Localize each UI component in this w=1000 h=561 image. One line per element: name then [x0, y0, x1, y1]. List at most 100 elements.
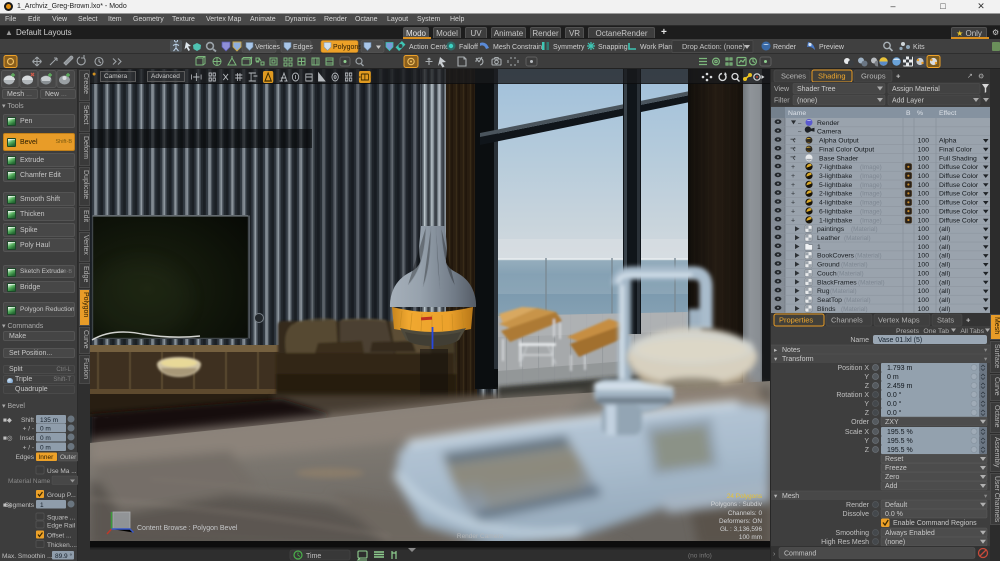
svg-text:100: 100 — [918, 155, 930, 162]
svg-text:BlackFrames: BlackFrames — [817, 279, 857, 286]
svg-text:(Image): (Image) — [860, 164, 882, 171]
svg-text:100: 100 — [918, 288, 930, 295]
svg-text:4-lightbake: 4-lightbake — [819, 200, 852, 207]
svg-text:(all): (all) — [939, 306, 950, 313]
svg-text:Final Color: Final Color — [939, 146, 973, 153]
svg-text:100: 100 — [918, 173, 930, 180]
svg-text:Camera: Camera — [817, 129, 841, 136]
svg-text:195.5 %: 195.5 % — [887, 438, 913, 445]
svg-text:ZXY: ZXY — [885, 419, 899, 426]
svg-text:↗: ↗ — [967, 73, 973, 80]
svg-text:Inner: Inner — [39, 454, 55, 461]
svg-text:(Material): (Material) — [830, 288, 857, 295]
svg-text:Rotation X: Rotation X — [836, 392, 869, 399]
svg-text:Enable Command Regions: Enable Command Regions — [893, 520, 977, 527]
svg-text:(Image): (Image) — [860, 191, 882, 198]
svg-text:Group P...: Group P... — [47, 492, 76, 499]
svg-text:100: 100 — [918, 182, 930, 189]
svg-text:0 m: 0 m — [40, 445, 51, 452]
svg-text:BookCovers: BookCovers — [817, 253, 855, 260]
svg-text:(all): (all) — [939, 226, 950, 233]
svg-text:(Image): (Image) — [860, 173, 882, 180]
svg-text:Stats: Stats — [937, 316, 954, 325]
svg-text:Filter: Filter — [774, 98, 790, 105]
svg-text:+: + — [791, 182, 795, 189]
svg-text:100: 100 — [918, 164, 930, 171]
svg-text:(all): (all) — [939, 297, 950, 304]
svg-text:Symmetry: Symmetry — [553, 44, 585, 51]
svg-text:Add Layer: Add Layer — [892, 98, 925, 105]
svg-text:High Res Mesh: High Res Mesh — [821, 539, 869, 546]
svg-text:Edge Rail: Edge Rail — [47, 523, 76, 530]
svg-text:Full Shading: Full Shading — [939, 155, 977, 162]
svg-text:Snapping: Snapping — [598, 44, 628, 51]
svg-text:Material Name: Material Name — [8, 478, 51, 485]
svg-text:(all): (all) — [939, 244, 950, 251]
svg-text:Always Enabled: Always Enabled — [885, 530, 935, 537]
svg-text:Ground: Ground — [817, 262, 840, 269]
svg-text:Position X: Position X — [837, 365, 869, 372]
svg-text:Couch: Couch — [817, 271, 837, 278]
svg-text:Max. Smoothin ...: Max. Smoothin ... — [2, 553, 53, 560]
svg-text:Edges: Edges — [16, 454, 35, 461]
svg-text:(all): (all) — [939, 235, 950, 242]
svg-text:Scenes: Scenes — [781, 72, 806, 81]
svg-text:100: 100 — [918, 226, 930, 233]
svg-text:Render: Render — [846, 502, 870, 509]
svg-text:+: + — [791, 173, 795, 180]
svg-text:100: 100 — [918, 217, 930, 224]
svg-text:100: 100 — [918, 297, 930, 304]
svg-text:(all): (all) — [939, 262, 950, 269]
svg-text:Render: Render — [817, 120, 840, 127]
svg-text:(Material): (Material) — [858, 279, 885, 286]
svg-text:100: 100 — [918, 191, 930, 198]
svg-text:Polygons: Polygons — [333, 44, 362, 51]
svg-text:(Image): (Image) — [860, 208, 882, 215]
svg-text:Diffuse Color: Diffuse Color — [939, 200, 979, 207]
svg-text:(Material): (Material) — [841, 262, 868, 269]
svg-text:+: + — [791, 217, 795, 224]
svg-text:paintings: paintings — [817, 226, 845, 233]
svg-text:(none): (none) — [797, 98, 817, 105]
svg-text:%: % — [917, 110, 923, 117]
svg-text:+: + — [791, 208, 795, 215]
svg-text:Rug: Rug — [817, 288, 830, 295]
svg-text:Render: Render — [773, 44, 797, 51]
svg-text:+: + — [966, 316, 971, 325]
svg-text:(Material): (Material) — [851, 226, 878, 233]
svg-text:100: 100 — [918, 253, 930, 260]
svg-text:One Tab: One Tab — [923, 328, 949, 335]
svg-text:⚙: ⚙ — [978, 73, 984, 81]
svg-text:(all): (all) — [939, 288, 950, 295]
svg-text:100: 100 — [918, 208, 930, 215]
svg-text:Effect: Effect — [939, 110, 956, 117]
svg-text:Alpha Output: Alpha Output — [819, 138, 859, 145]
svg-text:(none): (none) — [885, 539, 905, 546]
svg-text:Blinds: Blinds — [817, 306, 836, 313]
svg-text:Shading: Shading — [818, 72, 846, 81]
svg-text:Reset: Reset — [885, 456, 903, 463]
svg-text:Use Ma ...: Use Ma ... — [47, 468, 77, 475]
svg-text:Preview: Preview — [819, 44, 845, 51]
svg-text:0.0 °: 0.0 ° — [887, 409, 902, 417]
svg-text:View: View — [774, 86, 790, 93]
svg-text:Z: Z — [865, 383, 870, 390]
svg-text:Action Center: Action Center — [409, 44, 452, 51]
svg-text:0 m: 0 m — [887, 374, 899, 381]
svg-text:+: + — [791, 164, 795, 171]
svg-text:+ / -: + / - — [23, 426, 34, 433]
svg-text:(all): (all) — [939, 271, 950, 278]
svg-text:89.9 °: 89.9 ° — [55, 552, 72, 560]
svg-text:Y: Y — [864, 374, 869, 381]
svg-text:Mesh: Mesh — [782, 493, 799, 500]
svg-text:Channels: Channels — [831, 316, 863, 325]
svg-text:Presets: Presets — [896, 328, 920, 335]
svg-text:Diffuse Color: Diffuse Color — [939, 164, 979, 171]
svg-text:Segments: Segments — [5, 502, 35, 509]
svg-text:100: 100 — [918, 200, 930, 207]
svg-text:(all): (all) — [939, 279, 950, 286]
svg-text:Offset ...: Offset ... — [47, 533, 72, 540]
svg-text:5-lightbake: 5-lightbake — [819, 182, 852, 189]
svg-text:(Material): (Material) — [841, 306, 868, 313]
svg-text:Diffuse Color: Diffuse Color — [939, 182, 979, 189]
